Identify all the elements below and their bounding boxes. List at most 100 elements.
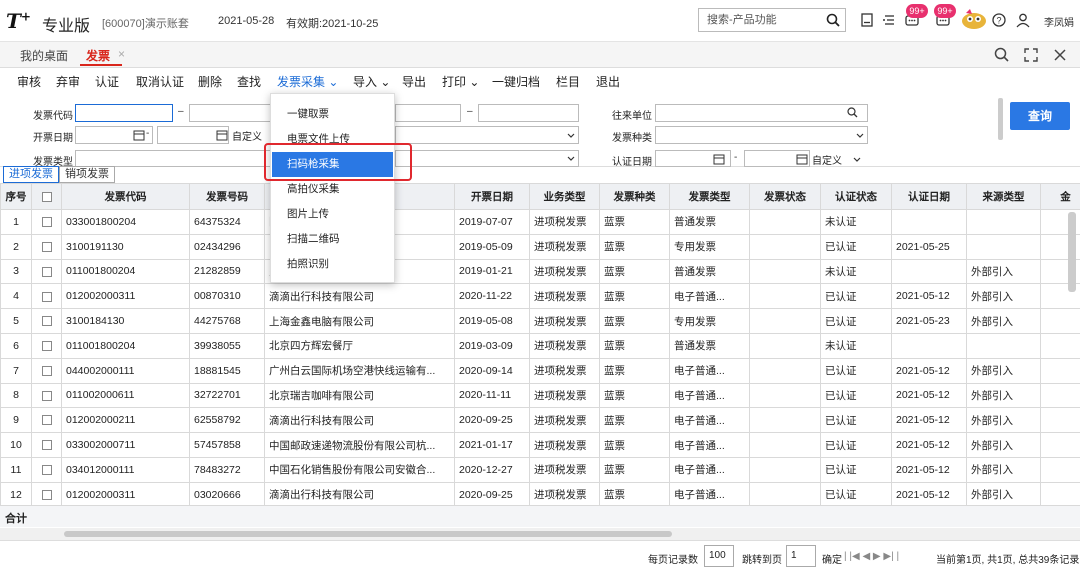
table-cell: 2020-11-11 <box>454 382 530 409</box>
invoice-code-to-input[interactable] <box>189 104 279 122</box>
select-all-checkbox[interactable] <box>41 191 52 202</box>
hidden-select-2[interactable] <box>395 150 579 167</box>
table-row[interactable]: 5 3100184130 44275768 上海金鑫电脑有限公司 2019-05-08 进… <box>0 308 1080 334</box>
search-icon[interactable] <box>825 12 841 28</box>
export-button[interactable]: 导出 <box>402 73 426 90</box>
find-button[interactable]: 查找 <box>237 73 261 90</box>
abandon-audit-button[interactable]: 弃审 <box>56 73 80 90</box>
col-invoice-code-header[interactable]: 发票代码 <box>61 183 190 210</box>
page-navigation[interactable]: | |◀ ◀ ▶ ▶| | <box>844 551 899 562</box>
table-scrollbar[interactable] <box>1068 212 1076 292</box>
filter-scrollbar[interactable] <box>998 98 1003 140</box>
menu-item-one-click-fetch[interactable]: 一键取票 <box>271 102 394 127</box>
col-invoice-type-header[interactable]: 发票类型 <box>669 183 750 210</box>
table-row[interactable]: 9 012002000211 62558792 滴滴出行科技有限公司 2020-09-2… <box>0 407 1080 434</box>
hidden-range-to-input[interactable] <box>478 104 579 122</box>
invoice-collect-menu[interactable]: 发票采集 ⌄ <box>277 73 338 90</box>
query-button[interactable]: 查询 <box>1010 102 1070 130</box>
col-invoice-number-header[interactable]: 发票号码 <box>189 183 265 210</box>
calendar-icon[interactable] <box>796 153 808 165</box>
close-icon[interactable] <box>1050 45 1070 65</box>
col-invoice-status-header[interactable]: 发票状态 <box>749 183 821 210</box>
row-checkbox[interactable] <box>41 415 52 426</box>
table-row[interactable]: 103300180020464375324限公司2019-07-07进项税发票蓝… <box>0 209 1080 235</box>
calendar-icon[interactable] <box>713 153 725 165</box>
per-page-input[interactable]: 100 <box>704 545 734 567</box>
tab-invoice[interactable]: 发票 <box>86 47 110 64</box>
row-checkbox[interactable] <box>41 440 52 451</box>
table-row[interactable]: 4 012002000311 00870310 滴滴出行科技有限公司 2020-11-2… <box>0 283 1080 310</box>
hidden-range-from-input[interactable] <box>395 104 461 122</box>
tab-input-invoices[interactable]: 进项发票 <box>3 166 59 183</box>
row-checkbox[interactable] <box>41 217 52 228</box>
invoice-code-from-input[interactable] <box>75 104 173 122</box>
row-checkbox[interactable] <box>41 291 52 302</box>
fullscreen-icon[interactable] <box>1021 45 1041 65</box>
menu-item-photo-recognition[interactable]: 拍照识别 <box>271 252 394 277</box>
print-menu[interactable]: 打印 ⌄ <box>442 73 479 90</box>
calendar-icon[interactable] <box>216 129 228 141</box>
table-header-row: 序号 发票代码 发票号码 开票日期 业务类型 发票种类 发票类型 发票状态 认证状态 认证日期 来源… <box>0 183 1080 210</box>
col-invoice-date-header[interactable]: 开票日期 <box>454 183 530 210</box>
horizontal-scrollbar[interactable] <box>64 531 672 537</box>
lookup-search-icon[interactable] <box>846 106 859 119</box>
col-index-header[interactable]: 序号 <box>0 183 32 210</box>
archive-button[interactable]: 一键归档 <box>492 73 540 90</box>
search-input[interactable] <box>699 9 819 31</box>
table-row[interactable]: 6 011001800204 39938055 北京四方辉宏餐厅 2019-03-09 进… <box>0 332 1080 359</box>
help-icon[interactable]: ? <box>990 11 1008 29</box>
exit-button[interactable]: 退出 <box>596 73 620 90</box>
tab-desktop[interactable]: 我的桌面 <box>20 47 68 64</box>
table-cell: 蓝票 <box>599 382 670 409</box>
col-amount-header[interactable]: 金 <box>1040 183 1080 210</box>
table-row[interactable]: 12 012002000311 03020666 滴滴出行科技有限公司 2020-09-… <box>0 481 1080 507</box>
user-icon[interactable] <box>1014 11 1032 29</box>
col-cert-date-header[interactable]: 认证日期 <box>891 183 967 210</box>
tab-output-invoices[interactable]: 销项发票 <box>59 166 115 183</box>
row-checkbox[interactable] <box>41 266 52 277</box>
delete-button[interactable]: 删除 <box>198 73 222 90</box>
invoice-kind-select[interactable] <box>655 126 868 144</box>
uncertify-button[interactable]: 取消认证 <box>136 73 184 90</box>
certify-button[interactable]: 认证 <box>95 73 119 90</box>
search-icon[interactable] <box>992 45 1012 65</box>
table-cell: 62558792 <box>189 407 265 434</box>
col-invoice-kind-header[interactable]: 发票种类 <box>599 183 670 210</box>
col-source-type-header[interactable]: 来源类型 <box>966 183 1041 210</box>
partner-input[interactable] <box>655 104 868 122</box>
jump-page-input[interactable]: 1 <box>786 545 816 567</box>
table-row[interactable]: 8 011002000611 32722701 北京瑞吉咖啡有限公司 2020-11-1… <box>0 382 1080 409</box>
row-checkbox[interactable] <box>41 489 52 500</box>
table-row[interactable]: 7 044002000111 18881545 广州白云国际机场空港快线运输有... 2… <box>0 357 1080 384</box>
menu-item-image-upload[interactable]: 图片上传 <box>271 202 394 227</box>
col-business-type-header[interactable]: 业务类型 <box>529 183 600 210</box>
import-menu[interactable]: 导入 ⌄ <box>353 73 390 90</box>
row-checkbox[interactable] <box>41 365 52 376</box>
row-checkbox[interactable] <box>41 390 52 401</box>
table-row[interactable]: 301100180020421282859火)2019-01-21进项税发票蓝票… <box>0 258 1080 285</box>
row-checkbox[interactable] <box>41 241 52 252</box>
audit-button[interactable]: 审核 <box>17 73 41 90</box>
row-checkbox[interactable] <box>41 341 52 352</box>
hidden-select[interactable] <box>395 126 579 144</box>
user-name[interactable]: 李凤娟 <box>1044 14 1074 29</box>
confirm-button[interactable]: 确定 <box>822 551 842 566</box>
calculator-icon[interactable] <box>858 11 876 29</box>
table-row[interactable]: 10 033002000711 57457858 中国邮政速递物流股份有限公司杭...… <box>0 432 1080 458</box>
custom-range-select[interactable]: 自定义 <box>232 128 262 143</box>
columns-button[interactable]: 栏目 <box>556 73 580 90</box>
table-cell: 5 <box>0 308 32 334</box>
tab-close-icon[interactable]: × <box>118 47 125 61</box>
row-checkbox[interactable] <box>41 316 52 327</box>
invoice-type-select[interactable] <box>75 150 275 167</box>
cert-custom-range-select[interactable]: 自定义 <box>812 152 842 167</box>
col-cert-status-header[interactable]: 认证状态 <box>820 183 892 210</box>
col-checkbox-header[interactable] <box>31 183 62 210</box>
table-row[interactable]: 11 034012000111 78483272 中国石化销售股份有限公司安徽合...… <box>0 456 1080 483</box>
mascot-icon[interactable] <box>958 6 990 32</box>
table-row[interactable]: 2 3100191130 02434296 2019-05-09 进项税发票 蓝票 专用发票… <box>0 233 1080 260</box>
calendar-icon[interactable] <box>133 129 145 141</box>
row-checkbox[interactable] <box>41 465 52 476</box>
list-icon[interactable] <box>880 11 898 29</box>
menu-item-scan-qr[interactable]: 扫描二维码 <box>271 227 394 252</box>
